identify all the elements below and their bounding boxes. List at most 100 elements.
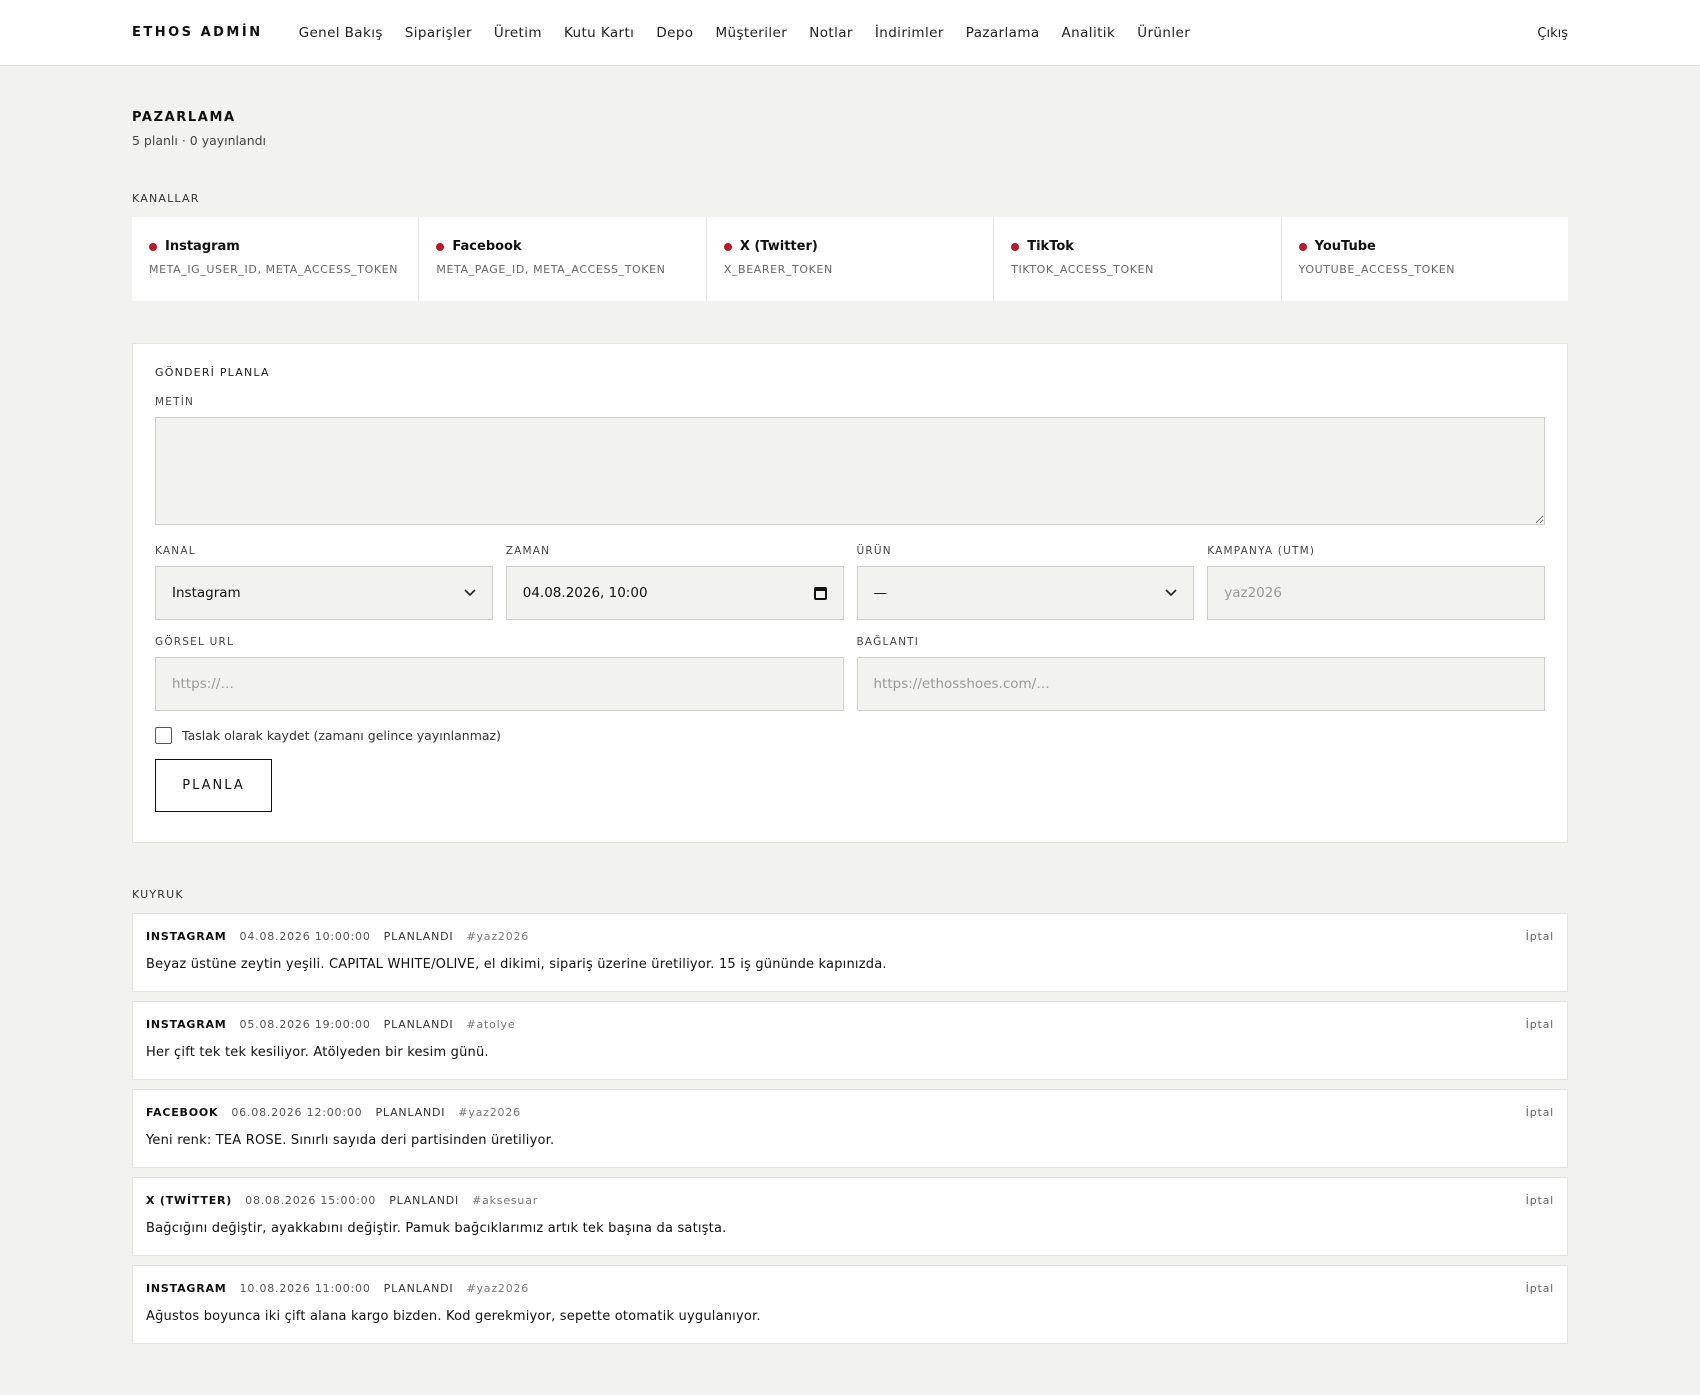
channel-name: X (Twitter): [739, 239, 818, 254]
channel-card-tiktok: TikTok TIKTOK_ACCESS_TOKEN: [994, 217, 1282, 301]
nav-depo[interactable]: Depo: [656, 25, 693, 41]
channel-env-vars: META_PAGE_ID, META_ACCESS_TOKEN: [436, 263, 666, 276]
queue-item-date: 06.08.2026 12:00:00: [231, 1106, 363, 1119]
chevron-down-icon: [1165, 586, 1177, 600]
queue-item-status: PLANLANDI: [383, 930, 454, 943]
product-label: ÜRÜN: [856, 545, 892, 557]
queue-item: X (TWİTTER) 08.08.2026 15:00:00 PLANLAND…: [132, 1177, 1568, 1256]
status-dot-icon: [1298, 242, 1307, 251]
nav-musteriler[interactable]: Müşteriler: [715, 25, 787, 41]
product-select[interactable]: —: [856, 566, 1195, 620]
main-nav: Genel Bakış Siparişler Üretim Kutu Kartı…: [299, 25, 1191, 41]
campaign-input[interactable]: yaz2026: [1207, 566, 1545, 620]
queue-item-date: 05.08.2026 19:00:00: [239, 1018, 371, 1031]
cancel-button[interactable]: İptal: [1526, 1282, 1554, 1295]
brand-logo[interactable]: ETHOS ADMİN: [132, 25, 263, 40]
page-subtitle: 5 planlı · 0 yayınlandı: [132, 133, 267, 148]
status-dot-icon: [149, 242, 157, 251]
queue-item-date: 04.08.2026 10:00:00: [239, 930, 371, 943]
queue-item-text: Bağcığını değiştir, ayakkabını değiştir.…: [146, 1221, 727, 1236]
cancel-button[interactable]: İptal: [1526, 930, 1554, 943]
queue-item-text: Beyaz üstüne zeytin yeşili. CAPITAL WHIT…: [146, 957, 887, 972]
nav-pazarlama[interactable]: Pazarlama: [966, 25, 1040, 41]
draft-option[interactable]: Taslak olarak kaydet (zamanı gelince yay…: [155, 727, 1545, 744]
channel-card-facebook: Facebook META_PAGE_ID, META_ACCESS_TOKEN: [419, 217, 707, 301]
schedule-post-form: GÖNDERİ PLANLA METİN KANAL Instagram ZAM…: [132, 343, 1568, 843]
status-dot-icon: [436, 242, 445, 251]
channel-name: TikTok: [1027, 239, 1074, 254]
channels-list: Instagram META_IG_USER_ID, META_ACCESS_T…: [132, 217, 1568, 301]
channel-label: KANAL: [155, 545, 196, 557]
post-text-input[interactable]: [155, 417, 1545, 525]
schedule-button[interactable]: PLANLA: [155, 759, 272, 812]
cancel-button[interactable]: İptal: [1526, 1194, 1554, 1207]
queue-item-channel: INSTAGRAM: [146, 930, 227, 943]
time-label: ZAMAN: [505, 545, 551, 557]
queue-list: INSTAGRAM 04.08.2026 10:00:00 PLANLANDI …: [132, 913, 1568, 1344]
queue-item: INSTAGRAM 05.08.2026 19:00:00 PLANLANDI …: [132, 1001, 1568, 1080]
queue-item-tag: #atolye: [466, 1018, 516, 1031]
queue-item-channel: INSTAGRAM: [146, 1282, 227, 1295]
channel-name: Instagram: [165, 239, 240, 254]
queue-item-date: 08.08.2026 15:00:00: [245, 1194, 377, 1207]
channel-card-x: X (Twitter) X_BEARER_TOKEN: [707, 217, 995, 301]
nav-notlar[interactable]: Notlar: [809, 25, 853, 41]
channel-select[interactable]: Instagram: [155, 566, 493, 620]
nav-urunler[interactable]: Ürünler: [1137, 25, 1190, 41]
status-dot-icon: [1011, 242, 1020, 251]
nav-analitik[interactable]: Analitik: [1062, 25, 1116, 41]
status-dot-icon: [723, 242, 732, 251]
queue-item: FACEBOOK 06.08.2026 12:00:00 PLANLANDI #…: [132, 1089, 1568, 1168]
channel-env-vars: META_IG_USER_ID, META_ACCESS_TOKEN: [149, 263, 399, 276]
image-url-input[interactable]: https://…: [155, 657, 844, 711]
cancel-button[interactable]: İptal: [1526, 1106, 1554, 1119]
image-url-label: GÖRSEL URL: [155, 636, 235, 648]
queue-item-date: 10.08.2026 11:00:00: [239, 1282, 371, 1295]
queue-item-channel: INSTAGRAM: [146, 1018, 227, 1031]
link-placeholder: https://ethosshoes.com/…: [873, 676, 1050, 692]
datetime-value: 04.08.2026, 10:00: [522, 585, 648, 601]
queue-item-text: Yeni renk: TEA ROSE. Sınırlı sayıda deri…: [146, 1133, 555, 1148]
queue-item-status: PLANLANDI: [383, 1282, 454, 1295]
nav-kutu-karti[interactable]: Kutu Kartı: [564, 25, 634, 41]
channel-select-value: Instagram: [172, 585, 241, 601]
calendar-icon[interactable]: [813, 586, 827, 600]
draft-checkbox-label[interactable]: Taslak olarak kaydet (zamanı gelince yay…: [182, 728, 501, 743]
nav-indirimler[interactable]: İndirimler: [875, 25, 944, 41]
channel-card-youtube: YouTube YOUTUBE_ACCESS_TOKEN: [1282, 217, 1568, 301]
page-title: PAZARLAMA: [132, 110, 236, 125]
logout-link[interactable]: Çıkış: [1537, 26, 1568, 41]
queue-item-status: PLANLANDI: [375, 1106, 446, 1119]
queue-section-label: KUYRUK: [132, 888, 184, 901]
queue-item: INSTAGRAM 04.08.2026 10:00:00 PLANLANDI …: [132, 913, 1568, 992]
queue-item-status: PLANLANDI: [383, 1018, 454, 1031]
cancel-button[interactable]: İptal: [1526, 1018, 1554, 1031]
queue-item-text: Her çift tek tek kesiliyor. Atölyeden bi…: [146, 1045, 489, 1060]
queue-item-tag: #yaz2026: [466, 1282, 530, 1295]
form-row-2: GÖRSEL URL https://… BAĞLANTI https://et…: [155, 636, 1545, 711]
channel-card-instagram: Instagram META_IG_USER_ID, META_ACCESS_T…: [132, 217, 420, 301]
campaign-label: KAMPANYA (UTM): [1207, 545, 1316, 557]
queue-item-channel: FACEBOOK: [146, 1106, 219, 1119]
queue-item-text: Ağustos boyunca iki çift alana kargo biz…: [146, 1309, 761, 1324]
form-row-1: KANAL Instagram ZAMAN 04.08.2026, 10:00 …: [155, 545, 1545, 620]
image-url-placeholder: https://…: [172, 676, 234, 692]
queue-item-channel: X (TWİTTER): [146, 1194, 233, 1207]
channel-env-vars: TIKTOK_ACCESS_TOKEN: [1011, 263, 1154, 276]
link-input[interactable]: https://ethosshoes.com/…: [856, 657, 1545, 711]
queue-item-tag: #aksesuar: [472, 1194, 539, 1207]
queue-item-status: PLANLANDI: [389, 1194, 460, 1207]
nav-genel-bakis[interactable]: Genel Bakış: [299, 25, 383, 41]
product-select-value: —: [873, 585, 888, 601]
queue-item: INSTAGRAM 10.08.2026 11:00:00 PLANLANDI …: [132, 1265, 1568, 1344]
queue-item-tag: #yaz2026: [458, 1106, 521, 1119]
queue-item-tag: #yaz2026: [466, 930, 530, 943]
top-bar: ETHOS ADMİN Genel Bakış Siparişler Üreti…: [0, 0, 1700, 66]
draft-checkbox[interactable]: [155, 727, 172, 744]
nav-siparisler[interactable]: Siparişler: [405, 25, 472, 41]
channel-name: Facebook: [452, 239, 522, 254]
nav-uretim[interactable]: Üretim: [494, 25, 542, 41]
main-content: PAZARLAMA 5 planlı · 0 yayınlandı KANALL…: [0, 110, 1700, 1344]
datetime-input[interactable]: 04.08.2026, 10:00: [505, 566, 844, 620]
form-title: GÖNDERİ PLANLA: [155, 366, 270, 379]
